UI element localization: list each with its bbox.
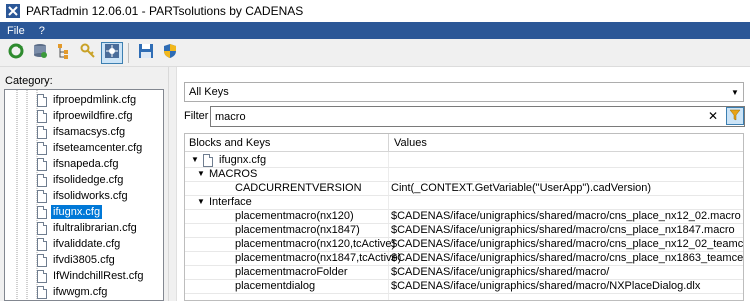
- scope-select-value: All Keys: [189, 86, 229, 98]
- keys-icon: [79, 42, 97, 63]
- block-row[interactable]: ▼ MACROS: [185, 167, 743, 182]
- file-icon: [37, 141, 47, 155]
- menu-file[interactable]: File: [0, 25, 32, 37]
- tree-item[interactable]: ifsamacsys.cfg: [37, 124, 127, 140]
- file-icon: [37, 205, 47, 219]
- menu-help[interactable]: ?: [32, 25, 52, 37]
- tree-item[interactable]: ifsolidedge.cfg: [37, 172, 125, 188]
- file-icon: [37, 237, 47, 251]
- database-button[interactable]: [29, 42, 51, 64]
- keys-grid[interactable]: Blocks and Keys Values ▼ ifugnx.cfg ▼ MA…: [184, 133, 744, 301]
- file-icon: [37, 189, 47, 203]
- refresh-button[interactable]: [5, 42, 27, 64]
- key-row[interactable]: placementmacro(nx1847) $CADENAS/iface/un…: [185, 223, 743, 238]
- database-icon: [31, 42, 49, 63]
- tree-item[interactable]: ifvdi3805.cfg: [37, 252, 117, 268]
- file-icon: [37, 253, 47, 267]
- tree-item[interactable]: ifsnapeda.cfg: [37, 156, 120, 172]
- file-icon: [37, 157, 47, 171]
- grid-header: Blocks and Keys Values: [185, 134, 743, 152]
- shield-icon: [162, 43, 178, 62]
- menu-bar: File ?: [0, 22, 750, 39]
- tree-item[interactable]: ifseteamcenter.cfg: [37, 140, 144, 156]
- toolbar-separator: [128, 42, 129, 63]
- tree-item-selected[interactable]: ifugnx.cfg: [37, 204, 103, 220]
- file-row[interactable]: ▼ ifugnx.cfg: [185, 153, 743, 168]
- block-row[interactable]: ▼ Interface: [185, 195, 743, 210]
- chevron-down-icon[interactable]: ▼: [197, 169, 205, 178]
- file-icon: [37, 269, 47, 283]
- key-row[interactable]: placementdialog $CADENAS/iface/unigraphi…: [185, 279, 743, 294]
- file-icon: [37, 221, 47, 235]
- tree-item[interactable]: ifsolidworks.cfg: [37, 188, 130, 204]
- funnel-icon: [729, 109, 741, 124]
- title-bar: PARTadmin 12.06.01 - PARTsolutions by CA…: [0, 0, 750, 22]
- config-icon: [104, 43, 120, 62]
- file-icon: [203, 154, 213, 167]
- column-divider[interactable]: [388, 134, 389, 152]
- tree-item[interactable]: ifwwgm.cfg: [37, 284, 109, 300]
- clear-filter-icon[interactable]: ✕: [705, 107, 721, 125]
- save-icon: [138, 43, 154, 62]
- category-label: Category:: [5, 75, 53, 87]
- keys-button[interactable]: [77, 42, 99, 64]
- tree-item[interactable]: ifproepdmlink.cfg: [37, 92, 138, 108]
- column-header-values[interactable]: Values: [394, 137, 427, 149]
- shield-button[interactable]: [159, 42, 181, 64]
- file-icon: [37, 285, 47, 299]
- category-tree[interactable]: ifproepdmlink.cfg ifproewildfire.cfg ifs…: [4, 89, 164, 301]
- chevron-down-icon[interactable]: ▼: [191, 155, 199, 164]
- tree-item[interactable]: ifproewildfire.cfg: [37, 108, 134, 124]
- key-row[interactable]: placementmacro(nx1847,tcActive) $CADENAS…: [185, 251, 743, 266]
- chevron-down-icon: ▼: [731, 87, 739, 97]
- file-icon: [37, 93, 47, 107]
- key-row[interactable]: placementmacroFolder $CADENAS/iface/unig…: [185, 265, 743, 280]
- filter-label: Filter: [184, 110, 209, 122]
- hierarchy-icon: [55, 42, 73, 63]
- tree-item[interactable]: ifultralibrarian.cfg: [37, 220, 139, 236]
- toolbar: [0, 39, 750, 67]
- key-row[interactable]: CADCURRENTVERSION Cint(_CONTEXT.GetVaria…: [185, 181, 743, 196]
- file-icon: [37, 125, 47, 139]
- filter-input[interactable]: macro: [210, 106, 745, 127]
- tree-item[interactable]: IfWindchillRest.cfg: [37, 268, 145, 284]
- filter-input-value: macro: [215, 110, 246, 123]
- file-icon: [37, 173, 47, 187]
- pane-splitter[interactable]: [168, 67, 172, 301]
- column-header-keys[interactable]: Blocks and Keys: [189, 137, 270, 149]
- key-row[interactable]: placementmacro(nx120,tcActive) $CADENAS/…: [185, 237, 743, 252]
- app-logo-icon: [5, 3, 21, 19]
- scope-select[interactable]: All Keys ▼: [184, 82, 744, 102]
- chevron-down-icon[interactable]: ▼: [197, 197, 205, 206]
- key-row[interactable]: placementmacro(nx120) $CADENAS/iface/uni…: [185, 209, 743, 224]
- save-button[interactable]: [135, 42, 157, 64]
- filter-button[interactable]: [726, 107, 744, 125]
- refresh-icon: [7, 42, 25, 63]
- tree-item[interactable]: ifvaliddate.cfg: [37, 236, 122, 252]
- config-button[interactable]: [101, 41, 123, 64]
- file-icon: [37, 109, 47, 123]
- window-title: PARTadmin 12.06.01 - PARTsolutions by CA…: [26, 4, 304, 18]
- hierarchy-button[interactable]: [53, 42, 75, 64]
